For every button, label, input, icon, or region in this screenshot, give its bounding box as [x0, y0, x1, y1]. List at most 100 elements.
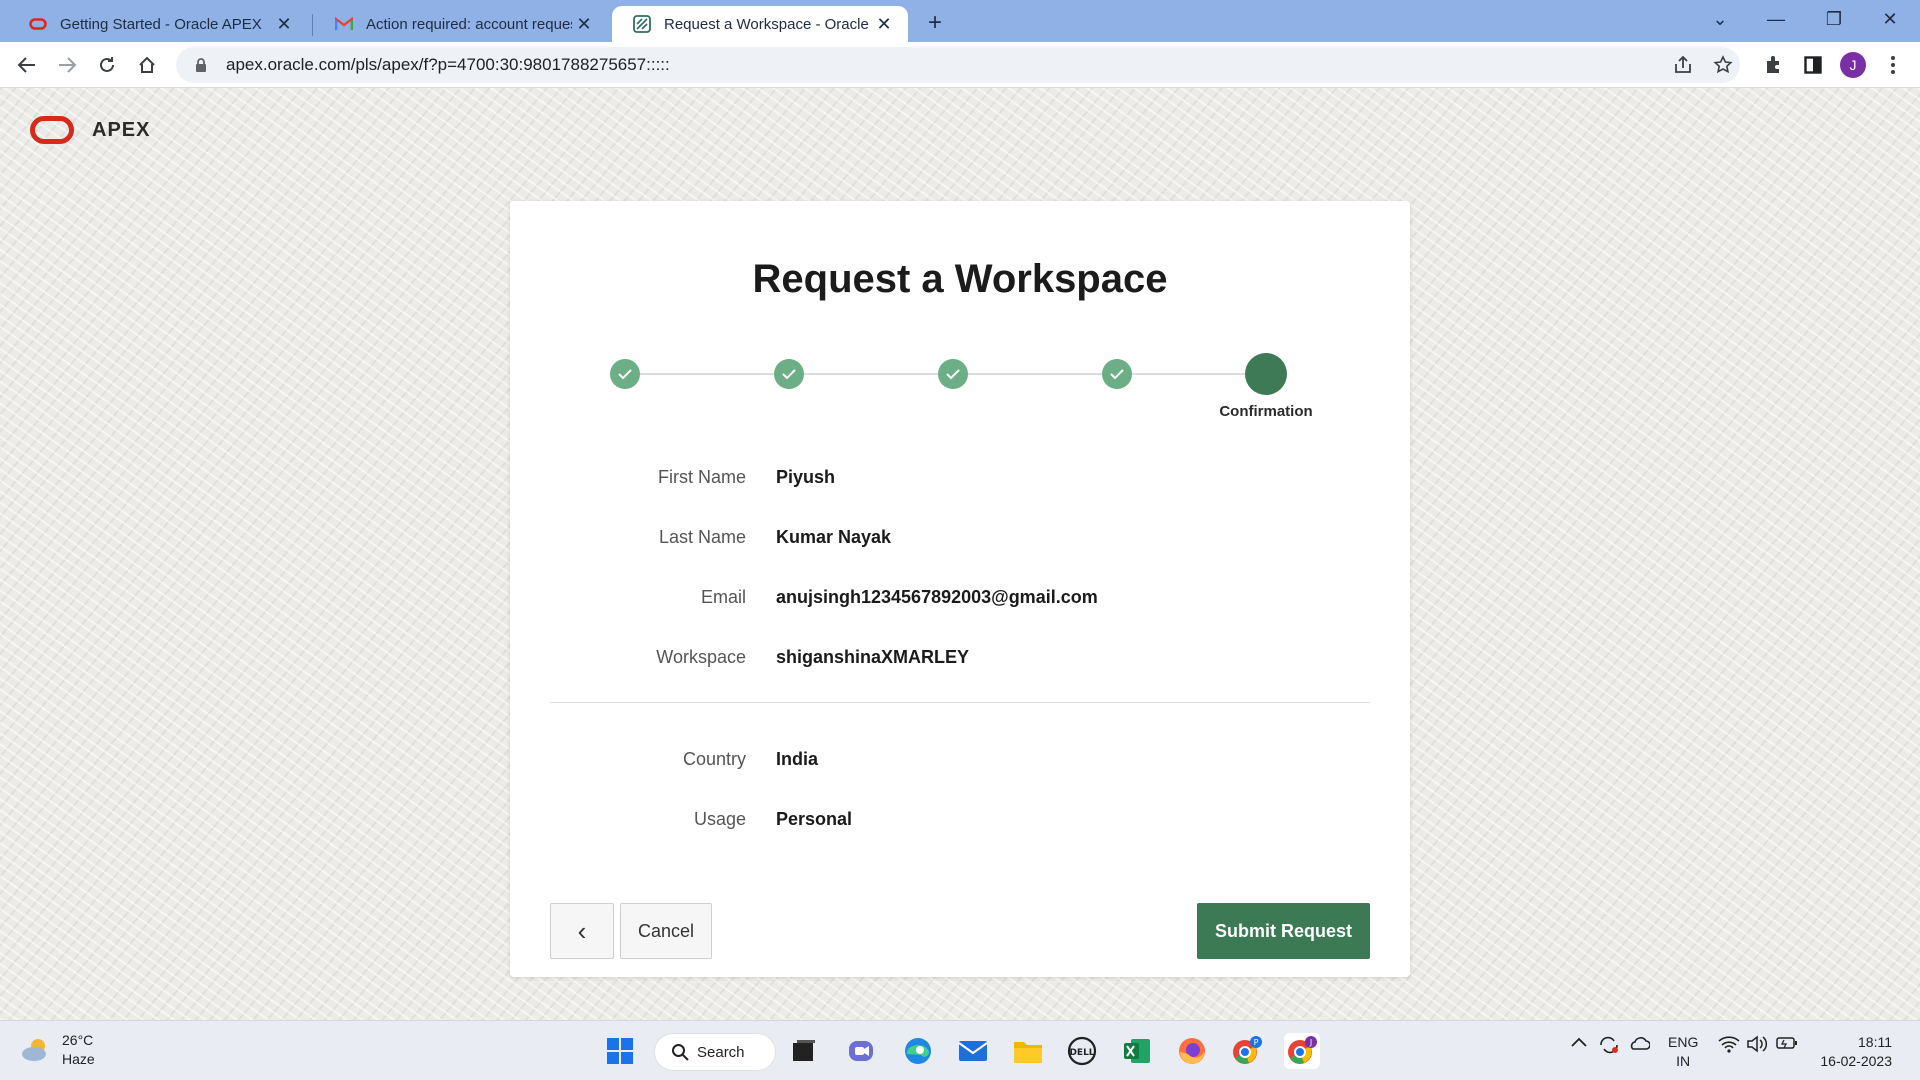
browser-tab-bar: Getting Started - Oracle APEX ✕ Action r…: [0, 0, 1920, 42]
svg-text:J: J: [1309, 1038, 1312, 1047]
side-panel-icon[interactable]: [1798, 50, 1828, 80]
chevron-left-icon: ‹: [577, 915, 587, 946]
forward-arrow-icon[interactable]: [52, 50, 82, 80]
check-icon: [1110, 369, 1124, 380]
submit-request-button[interactable]: Submit Request: [1197, 903, 1370, 959]
minimize-icon[interactable]: —: [1748, 0, 1804, 40]
tab-separator: [312, 14, 313, 36]
back-arrow-icon[interactable]: [12, 50, 42, 80]
field-label: Last Name: [658, 526, 746, 547]
lock-icon[interactable]: [190, 57, 212, 73]
extensions-icon[interactable]: [1758, 50, 1788, 80]
weather-condition: Haze: [62, 1051, 95, 1067]
chrome-profile-p-icon[interactable]: P: [1229, 1033, 1265, 1069]
field-value: Piyush: [776, 466, 836, 487]
tab-gmail[interactable]: Action required: account request ✕: [314, 6, 608, 42]
window-close-icon[interactable]: ✕: [1862, 0, 1918, 40]
request-workspace-card: Request a Workspace Confirmation First N…: [510, 201, 1410, 977]
field-value: Personal: [776, 808, 853, 829]
task-view-icon[interactable]: [786, 1033, 822, 1069]
oracle-logo-icon: [30, 116, 74, 144]
field-last-name: Last Name Kumar Nayak: [510, 522, 1410, 552]
field-value: India: [776, 748, 819, 769]
onedrive-cloud-icon[interactable]: [1628, 1035, 1651, 1054]
profile-avatar[interactable]: J: [1838, 50, 1868, 80]
browser-menu-icon[interactable]: [1878, 50, 1908, 80]
taskbar-search-label: Search: [697, 1043, 745, 1061]
weather-widget[interactable]: 26°C Haze: [20, 1031, 95, 1069]
back-button[interactable]: ‹: [550, 903, 614, 959]
bookmark-star-icon[interactable]: [1708, 50, 1738, 80]
field-email: Email anujsingh1234567892003@gmail.com: [510, 582, 1410, 612]
gmail-icon: [334, 15, 354, 33]
clock-date: 16-02-2023: [1820, 1053, 1892, 1069]
language-code: ENG: [1668, 1034, 1699, 1050]
field-value: shiganshinaXMARLEY: [776, 646, 970, 667]
url-text: apex.oracle.com/pls/apex/f?p=4700:30:980…: [226, 55, 670, 74]
browser-toolbar: apex.oracle.com/pls/apex/f?p=4700:30:980…: [0, 42, 1920, 88]
wizard-progress: Confirmation: [610, 353, 1313, 420]
close-icon[interactable]: ✕: [272, 14, 296, 35]
reload-icon[interactable]: [92, 50, 122, 80]
volume-icon[interactable]: [1746, 1035, 1768, 1056]
wizard-step-5-current: [1245, 353, 1287, 395]
excel-icon[interactable]: [1119, 1033, 1155, 1069]
close-icon[interactable]: ✕: [872, 14, 896, 35]
close-icon[interactable]: ✕: [572, 14, 596, 35]
field-label: Country: [682, 748, 746, 769]
sync-icon[interactable]: [1598, 1035, 1620, 1058]
field-label: Workspace: [656, 646, 746, 667]
windows-start-icon[interactable]: [602, 1033, 638, 1069]
system-clock[interactable]: 18:11 16-02-2023: [1808, 1033, 1892, 1071]
windows-taskbar: 26°C Haze Search DELL P J ENG IN 18:11 1…: [0, 1020, 1920, 1080]
dell-icon[interactable]: DELL: [1064, 1033, 1100, 1069]
cancel-button[interactable]: Cancel: [620, 903, 712, 959]
weather-haze-icon: [22, 1039, 46, 1061]
page-background: APEX Request a Workspace Confirmation Fi…: [0, 88, 1920, 1020]
tab-getting-started[interactable]: Getting Started - Oracle APEX ✕: [8, 6, 308, 42]
section-divider: [550, 702, 1370, 703]
field-usage: Usage Personal: [510, 804, 1410, 834]
clock-time: 18:11: [1858, 1034, 1892, 1050]
svg-text:P: P: [1254, 1038, 1259, 1047]
chrome-profile-j-icon[interactable]: J: [1284, 1033, 1320, 1069]
language-indicator[interactable]: ENG IN: [1668, 1033, 1698, 1071]
wizard-step-1: [610, 359, 640, 389]
teams-chat-icon[interactable]: [844, 1033, 880, 1069]
tab-title: Action required: account request: [366, 15, 572, 33]
edge-browser-icon[interactable]: [900, 1033, 936, 1069]
restore-icon[interactable]: ❐: [1806, 0, 1862, 40]
apex-logo-text: APEX: [92, 118, 151, 141]
language-region: IN: [1676, 1053, 1691, 1069]
file-explorer-icon[interactable]: [1010, 1033, 1046, 1069]
wizard-step-3: [938, 359, 968, 389]
field-label: Email: [700, 586, 746, 607]
wizard-step-4: [1102, 359, 1132, 389]
field-workspace: Workspace shiganshinaXMARLEY: [510, 642, 1410, 672]
wizard-step-2: [774, 359, 804, 389]
wizard-step-label: Confirmation: [1219, 403, 1313, 420]
share-icon[interactable]: [1668, 50, 1698, 80]
new-tab-button[interactable]: +: [920, 8, 950, 38]
field-value: anujsingh1234567892003@gmail.com: [776, 586, 1098, 607]
chevron-up-icon[interactable]: [1570, 1035, 1588, 1051]
home-icon[interactable]: [132, 50, 162, 80]
tab-title: Request a Workspace - Oracle AP: [664, 15, 872, 33]
firefox-icon[interactable]: [1174, 1033, 1210, 1069]
tab-search-chevron-icon[interactable]: ⌄: [1692, 0, 1748, 40]
battery-icon[interactable]: [1776, 1035, 1798, 1054]
check-icon: [946, 369, 960, 380]
field-country: Country India: [510, 744, 1410, 774]
check-icon: [618, 369, 632, 380]
search-icon: [672, 1044, 689, 1061]
weather-temp: 26°C: [62, 1032, 94, 1048]
apex-logo[interactable]: APEX: [30, 116, 150, 144]
apex-icon: [632, 15, 652, 33]
page-title: Request a Workspace: [752, 257, 1168, 301]
mail-icon[interactable]: [955, 1033, 991, 1069]
tab-request-workspace[interactable]: Request a Workspace - Oracle AP ✕: [612, 6, 908, 42]
address-bar[interactable]: apex.oracle.com/pls/apex/f?p=4700:30:980…: [176, 47, 1740, 83]
taskbar-search[interactable]: Search: [654, 1033, 776, 1071]
wifi-icon[interactable]: [1718, 1035, 1740, 1056]
field-value: Kumar Nayak: [776, 526, 892, 547]
